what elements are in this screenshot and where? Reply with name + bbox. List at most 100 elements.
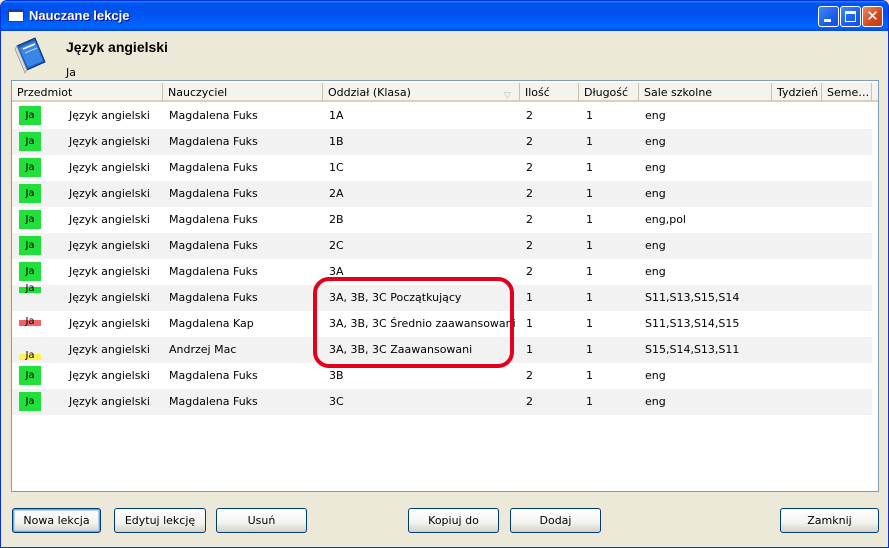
subject-color-chip: Ja <box>19 158 41 177</box>
subject-title: Język angielski <box>66 39 168 55</box>
cell-rooms: eng <box>645 187 666 200</box>
cell-teacher: Magdalena Fuks <box>169 161 258 174</box>
cell-length: 1 <box>586 239 593 252</box>
cell-count: 2 <box>526 265 533 278</box>
subject-color-chip: Ja <box>19 236 41 255</box>
cell-subject: Język angielski <box>69 317 150 330</box>
table-row[interactable]: Ja Język angielski Magdalena Fuks 1B 2 1 eng <box>12 129 872 155</box>
subject-color-chip: Ja <box>19 210 41 229</box>
window-icon <box>8 9 24 22</box>
table-row[interactable]: Ja Język angielski Magdalena Fuks 3A, 3B, 3… <box>12 283 872 311</box>
delete-lesson-button[interactable]: Usuń <box>216 508 307 533</box>
cell-class: 3A, 3B, 3C Początkujący <box>329 291 462 304</box>
new-lesson-button[interactable]: Nowa lekcja <box>12 508 101 533</box>
subject-header: Język angielski Ja <box>1 31 888 79</box>
cell-class: 3A, 3B, 3C Zaawansowani <box>329 343 473 356</box>
cell-length: 1 <box>586 135 593 148</box>
cell-subject: Język angielski <box>69 213 150 226</box>
cell-length: 1 <box>586 291 593 304</box>
table-row[interactable]: Ja Język angielski Magdalena Fuks 3C 2 1 eng <box>12 389 872 415</box>
subject-short-name: Ja <box>66 66 76 79</box>
close-icon: ✕ <box>866 7 879 25</box>
cell-rooms: eng <box>645 135 666 148</box>
title-bar[interactable]: Nauczane lekcje ✕ <box>1 1 888 31</box>
chip-label: Ja <box>25 283 35 294</box>
cell-subject: Język angielski <box>69 291 150 304</box>
table-row[interactable]: Ja Język angielski Magdalena Fuks 3B 2 1 eng <box>12 363 872 389</box>
cell-subject: Język angielski <box>69 239 150 252</box>
edit-lesson-button[interactable]: Edytuj lekcję <box>114 508 206 533</box>
cell-rooms: eng <box>645 265 666 278</box>
cell-length: 1 <box>586 213 593 226</box>
copy-to-button[interactable]: Kopiuj do <box>408 508 499 533</box>
cell-count: 1 <box>526 291 533 304</box>
lessons-window: Nauczane lekcje ✕ Język angielski Ja Prz… <box>0 0 889 548</box>
cell-class: 2C <box>329 239 344 252</box>
cell-teacher: Magdalena Fuks <box>169 291 258 304</box>
cell-length: 1 <box>586 317 593 330</box>
cell-rooms: S11,S13,S15,S14 <box>645 291 740 304</box>
cell-length: 1 <box>586 265 593 278</box>
column-header-length[interactable]: Długość <box>579 83 639 102</box>
table-row[interactable]: Ja Język angielski Magdalena Fuks 1C 2 1 eng <box>12 155 872 181</box>
cell-class: 1A <box>329 109 344 122</box>
table-row[interactable]: Ja Język angielski Magdalena Fuks 2A 2 1 eng <box>12 181 872 207</box>
table-row[interactable]: Ja Język angielski Magdalena Fuks 1A 2 1 eng <box>12 103 872 129</box>
minimize-icon <box>824 19 831 22</box>
cell-rooms: eng <box>645 369 666 382</box>
cell-rooms: eng <box>645 109 666 122</box>
cell-count: 2 <box>526 135 533 148</box>
cell-rooms: S15,S14,S13,S11 <box>645 343 740 356</box>
close-window-button[interactable]: ✕ <box>862 6 883 27</box>
cell-subject: Język angielski <box>69 109 150 122</box>
column-header-filler <box>872 83 878 102</box>
cell-class: 1C <box>329 161 344 174</box>
column-header-teacher[interactable]: Nauczyciel <box>163 83 323 102</box>
column-header-class[interactable]: Oddział (Klasa) ▽ <box>323 83 520 102</box>
cell-rooms: S11,S13,S14,S15 <box>645 317 740 330</box>
add-button[interactable]: Dodaj <box>510 508 601 533</box>
column-header-count[interactable]: Ilość <box>520 83 579 102</box>
filter-icon[interactable]: ▽ <box>504 87 513 100</box>
cell-class: 3C <box>329 395 344 408</box>
column-header-rooms[interactable]: Sale szkolne <box>639 83 772 102</box>
cell-length: 1 <box>586 395 593 408</box>
table-row[interactable]: Ja Język angielski Magdalena Fuks 2C 2 1 eng <box>12 233 872 259</box>
lessons-table[interactable]: Przedmiot Nauczyciel Oddział (Klasa) ▽ I… <box>11 80 879 492</box>
cell-subject: Język angielski <box>69 369 150 382</box>
cell-class: 3A <box>329 265 344 278</box>
cell-count: 2 <box>526 109 533 122</box>
cell-subject: Język angielski <box>69 395 150 408</box>
cell-count: 1 <box>526 317 533 330</box>
cell-rooms: eng <box>645 239 666 252</box>
cell-class: 3A, 3B, 3C Średnio zaawansowani <box>329 317 516 330</box>
close-button[interactable]: Zamknij <box>780 508 879 533</box>
cell-teacher: Magdalena Fuks <box>169 187 258 200</box>
column-header-week[interactable]: Tydzień <box>772 83 822 102</box>
cell-count: 2 <box>526 161 533 174</box>
cell-class: 1B <box>329 135 344 148</box>
cell-count: 2 <box>526 187 533 200</box>
cell-class: 2B <box>329 213 344 226</box>
table-row[interactable]: Ja Język angielski Andrzej Mac 3A, 3B, 3C Z… <box>12 337 872 363</box>
cell-length: 1 <box>586 369 593 382</box>
table-row[interactable]: Ja Język angielski Magdalena Fuks 2B 2 1 eng,p… <box>12 207 872 233</box>
table-row[interactable]: Ja Język angielski Magdalena Kap 3A, 3B, 3C… <box>12 311 872 337</box>
cell-rooms: eng <box>645 395 666 408</box>
maximize-button[interactable] <box>840 6 861 27</box>
cell-count: 2 <box>526 395 533 408</box>
minimize-button[interactable] <box>818 6 839 27</box>
cell-teacher: Andrzej Mac <box>169 343 237 356</box>
cell-length: 1 <box>586 187 593 200</box>
cell-subject: Język angielski <box>69 187 150 200</box>
maximize-icon <box>845 11 856 22</box>
window-title: Nauczane lekcje <box>29 8 130 23</box>
column-header-semester[interactable]: Seme… <box>822 83 872 102</box>
cell-teacher: Magdalena Fuks <box>169 369 258 382</box>
cell-length: 1 <box>586 109 593 122</box>
cell-subject: Język angielski <box>69 343 150 356</box>
column-header-class-label: Oddział (Klasa) <box>328 86 411 99</box>
table-row[interactable]: Ja Język angielski Magdalena Fuks 3A 2 1 eng <box>12 259 872 285</box>
column-header-subject[interactable]: Przedmiot <box>12 83 163 102</box>
cell-subject: Język angielski <box>69 265 150 278</box>
